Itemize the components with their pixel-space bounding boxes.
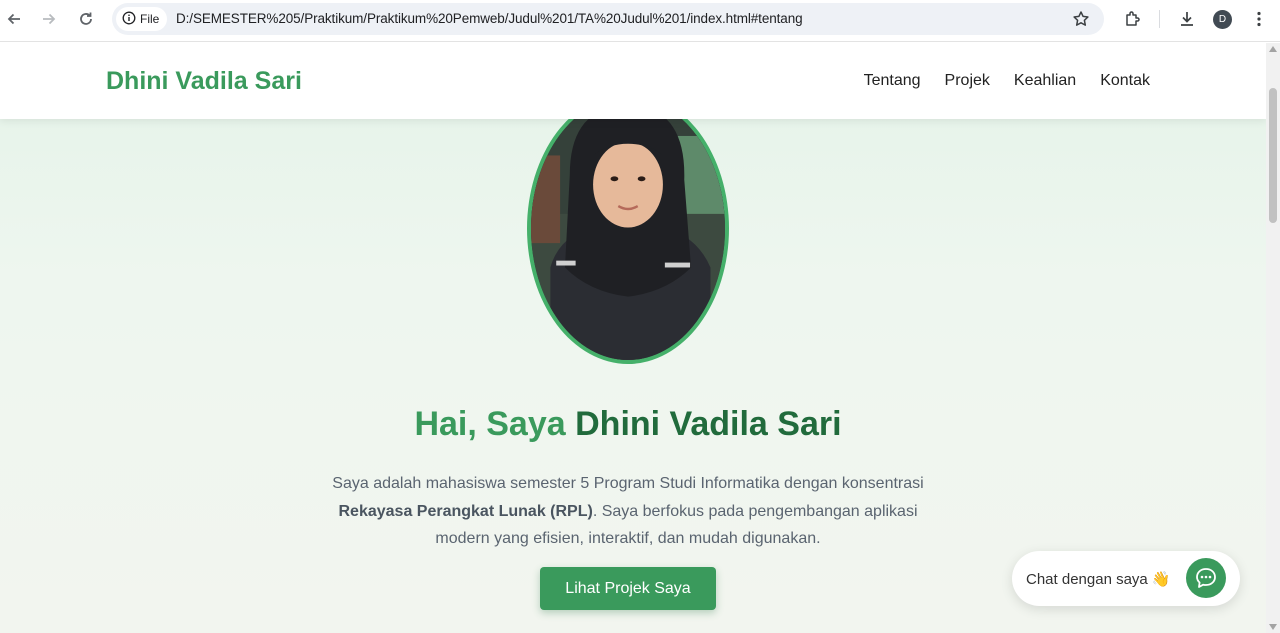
extensions-icon[interactable] (1122, 8, 1144, 30)
back-icon[interactable] (2, 7, 26, 31)
bookmark-star-icon[interactable] (1072, 10, 1090, 28)
page-viewport: Dhini Vadila Sari Tentang Projek Keahlia… (0, 43, 1266, 633)
download-icon[interactable] (1176, 8, 1198, 30)
chat-button[interactable] (1186, 558, 1226, 598)
page-scrollbar[interactable] (1266, 43, 1280, 633)
chip-label: File (140, 12, 160, 26)
site-info-chip[interactable]: File (116, 7, 168, 31)
scroll-up-arrow-icon[interactable] (1269, 46, 1277, 52)
reload-icon[interactable] (74, 7, 98, 31)
profile-photo (527, 93, 729, 364)
hero-title-name: Dhini Vadila Sari (575, 405, 842, 443)
nav-link-projek[interactable]: Projek (945, 72, 990, 90)
nav-link-tentang[interactable]: Tentang (864, 72, 921, 90)
hero-title-prefix: Hai, Saya (414, 405, 566, 443)
hero-description: Saya adalah mahasiswa semester 5 Program… (318, 470, 938, 553)
info-icon (122, 11, 136, 28)
forward-icon[interactable] (37, 7, 61, 31)
profile-avatar[interactable]: D (1213, 10, 1232, 29)
hero-desc-text-1: Saya adalah mahasiswa semester 5 Program… (332, 475, 924, 492)
nav-link-kontak[interactable]: Kontak (1100, 72, 1150, 90)
view-projects-button[interactable]: Lihat Projek Saya (540, 567, 716, 610)
site-nav: Tentang Projek Keahlian Kontak (864, 72, 1150, 90)
site-brand[interactable]: Dhini Vadila Sari (106, 67, 302, 96)
chat-label[interactable]: Chat dengan saya 👋 (1026, 570, 1171, 588)
site-header: Dhini Vadila Sari Tentang Projek Keahlia… (0, 43, 1266, 119)
chat-icon (1196, 568, 1216, 588)
scrollbar-thumb[interactable] (1269, 88, 1277, 223)
hero-title: Hai, Saya Dhini Vadila Sari (0, 405, 1256, 444)
more-menu-icon[interactable] (1248, 8, 1270, 30)
browser-toolbar: File D:/SEMESTER%205/Praktikum/Praktikum… (0, 0, 1280, 42)
nav-link-keahlian[interactable]: Keahlian (1014, 72, 1076, 90)
hero-desc-bold: Rekayasa Perangkat Lunak (RPL) (338, 502, 593, 520)
address-bar[interactable]: File D:/SEMESTER%205/Praktikum/Praktikum… (112, 3, 1104, 35)
url-text[interactable]: D:/SEMESTER%205/Praktikum/Praktikum%20Pe… (176, 11, 803, 26)
profile-photo-image (531, 97, 725, 360)
chat-widget[interactable]: Chat dengan saya 👋 (1012, 551, 1240, 606)
toolbar-divider (1159, 10, 1160, 28)
scroll-down-arrow-icon[interactable] (1269, 624, 1277, 630)
